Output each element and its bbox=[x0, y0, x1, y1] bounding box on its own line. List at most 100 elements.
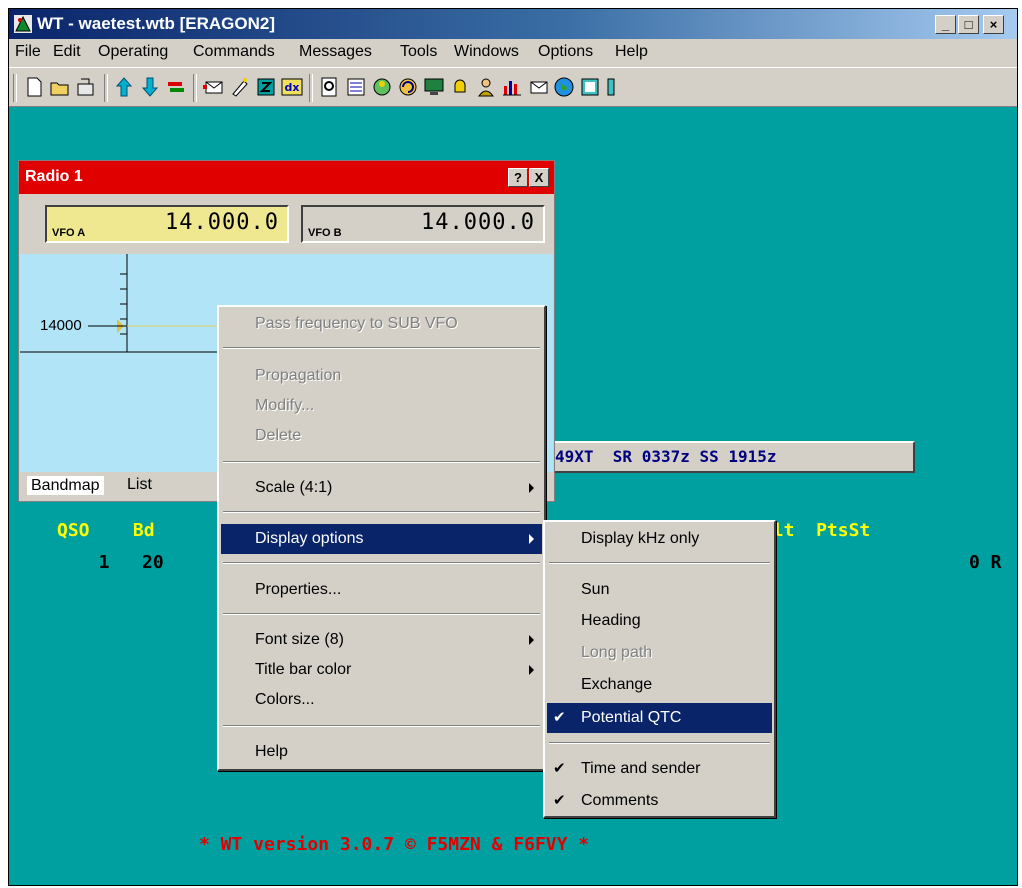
maximize-icon: □ bbox=[964, 17, 973, 32]
submenu-item-heading[interactable]: Heading bbox=[547, 606, 772, 636]
toolbar-separator bbox=[193, 74, 197, 102]
menu-item-scale[interactable]: Scale (4:1) bbox=[221, 473, 542, 503]
menu-separator bbox=[223, 725, 540, 727]
app-icon bbox=[14, 15, 32, 33]
menu-file[interactable]: File bbox=[15, 43, 41, 61]
menu-messages[interactable]: Messages bbox=[299, 43, 372, 61]
mail-icon[interactable] bbox=[527, 76, 549, 98]
vfo-a-label: VFO A bbox=[52, 227, 86, 239]
menu-separator bbox=[223, 347, 540, 349]
radio-close-button[interactable]: X bbox=[529, 168, 549, 187]
window-title: WT - waetest.wtb [ERAGON2] bbox=[37, 14, 276, 33]
vfo-a-frequency: 14.000.0 bbox=[165, 210, 279, 235]
tab-bandmap[interactable]: Bandmap bbox=[27, 476, 104, 495]
svg-text:dx: dx bbox=[285, 81, 300, 94]
minimize-icon: _ bbox=[941, 17, 950, 32]
submenu-item-long-path: Long path bbox=[581, 644, 653, 661]
log-row-qso: 1 20 bbox=[77, 552, 164, 573]
display-options-submenu: Display kHz only Sun Heading Long path E… bbox=[543, 520, 776, 818]
toolbar-separator bbox=[104, 74, 108, 102]
submenu-arrow-icon bbox=[529, 483, 534, 493]
menu-commands[interactable]: Commands bbox=[193, 43, 275, 61]
title-bar[interactable]: WT - waetest.wtb [ERAGON2] _ □ × bbox=[9, 9, 1017, 39]
dx-icon[interactable]: dx bbox=[281, 76, 303, 98]
toolbar-separator bbox=[309, 74, 313, 102]
submenu-item-khz-only[interactable]: Display kHz only bbox=[547, 524, 772, 554]
menu-item-properties[interactable]: Properties... bbox=[221, 575, 542, 605]
menu-separator bbox=[223, 562, 540, 564]
toolbar-grip[interactable] bbox=[13, 74, 17, 102]
menu-windows[interactable]: Windows bbox=[454, 43, 519, 61]
new-file-icon[interactable] bbox=[23, 76, 45, 98]
menu-item-display-options[interactable]: Display options bbox=[221, 524, 542, 554]
checkmark-icon: ✔ bbox=[553, 792, 566, 809]
menu-options[interactable]: Options bbox=[538, 43, 593, 61]
radio-help-button[interactable]: ? bbox=[508, 168, 528, 187]
menu-separator bbox=[223, 613, 540, 615]
menu-item-title-bar-color[interactable]: Title bar color bbox=[221, 655, 542, 685]
menu-item-propagation: Propagation bbox=[255, 367, 342, 384]
menu-separator bbox=[223, 511, 540, 513]
person-icon[interactable] bbox=[475, 76, 497, 98]
arrow-up-icon[interactable] bbox=[113, 76, 135, 98]
help-icon: ? bbox=[514, 170, 522, 185]
open-icon[interactable] bbox=[75, 76, 97, 98]
swap-icon[interactable] bbox=[165, 76, 187, 98]
menu-edit[interactable]: Edit bbox=[53, 43, 81, 61]
panel-icon[interactable] bbox=[579, 76, 601, 98]
checkmark-icon: ✔ bbox=[553, 760, 566, 777]
menu-tools[interactable]: Tools bbox=[400, 43, 437, 61]
submenu-item-comments[interactable]: ✔ Comments bbox=[547, 786, 772, 816]
tab-list[interactable]: List bbox=[127, 476, 152, 494]
submenu-item-time-and-sender[interactable]: ✔ Time and sender bbox=[547, 754, 772, 784]
bar-chart-icon[interactable] bbox=[501, 76, 523, 98]
panel-icon-partial[interactable] bbox=[605, 76, 627, 98]
menu-separator bbox=[223, 461, 540, 463]
world-icon[interactable] bbox=[553, 76, 575, 98]
search-doc-icon[interactable] bbox=[319, 76, 341, 98]
radio-title-bar[interactable]: Radio 1 ? X bbox=[19, 161, 554, 194]
submenu-arrow-icon bbox=[529, 665, 534, 675]
vfo-b-display[interactable]: VFO B 14.000.0 bbox=[301, 205, 545, 243]
arrow-down-icon[interactable] bbox=[139, 76, 161, 98]
rotate-icon[interactable] bbox=[397, 76, 419, 98]
menu-separator bbox=[549, 562, 770, 564]
globe-pin-icon[interactable] bbox=[371, 76, 393, 98]
minimize-button[interactable]: _ bbox=[935, 15, 956, 34]
submenu-arrow-icon bbox=[529, 534, 534, 544]
close-icon: X bbox=[534, 170, 544, 185]
bandmap-frequency-label: 14000 bbox=[40, 317, 82, 334]
maximize-button[interactable]: □ bbox=[958, 15, 979, 34]
menu-separator bbox=[549, 742, 770, 744]
submenu-item-sun[interactable]: Sun bbox=[547, 575, 772, 605]
menu-item-help[interactable]: Help bbox=[221, 737, 542, 767]
envelope-icon[interactable] bbox=[203, 76, 225, 98]
toolbar: dx bbox=[9, 67, 1017, 107]
radio-title: Radio 1 bbox=[25, 168, 83, 185]
menu-item-colors[interactable]: Colors... bbox=[221, 685, 542, 715]
list-icon[interactable] bbox=[345, 76, 367, 98]
log-row-points: 0 R bbox=[969, 552, 1002, 573]
box-icon[interactable] bbox=[255, 76, 277, 98]
open-folder-icon[interactable] bbox=[49, 76, 71, 98]
version-footer: * WT version 3.0.7 © F5MZN & F6FVY * bbox=[199, 834, 590, 855]
submenu-arrow-icon bbox=[529, 635, 534, 645]
submenu-item-potential-qtc[interactable]: ✔ Potential QTC bbox=[547, 703, 772, 733]
menu-item-font-size[interactable]: Font size (8) bbox=[221, 625, 542, 655]
bell-icon[interactable] bbox=[449, 76, 471, 98]
vfo-a-display[interactable]: VFO A 14.000.0 bbox=[45, 205, 289, 243]
menu-item-pass-frequency: Pass frequency to SUB VFO bbox=[255, 315, 458, 332]
close-button[interactable]: × bbox=[983, 15, 1004, 34]
menu-item-modify: Modify... bbox=[255, 397, 315, 414]
submenu-item-exchange[interactable]: Exchange bbox=[547, 670, 772, 700]
log-header-left: QSO Bd bbox=[57, 520, 155, 541]
menu-item-delete: Delete bbox=[255, 427, 302, 444]
checkmark-icon: ✔ bbox=[553, 709, 566, 726]
vfo-b-label: VFO B bbox=[308, 227, 342, 239]
sparkle-icon[interactable] bbox=[229, 76, 251, 98]
menu-operating[interactable]: Operating bbox=[98, 43, 168, 61]
monitor-icon[interactable] bbox=[423, 76, 445, 98]
context-menu: Pass frequency to SUB VFO Propagation Mo… bbox=[217, 305, 546, 771]
menu-help[interactable]: Help bbox=[615, 43, 648, 61]
sun-info-box: 49XT SR 0337z SS 1915z bbox=[553, 441, 915, 473]
